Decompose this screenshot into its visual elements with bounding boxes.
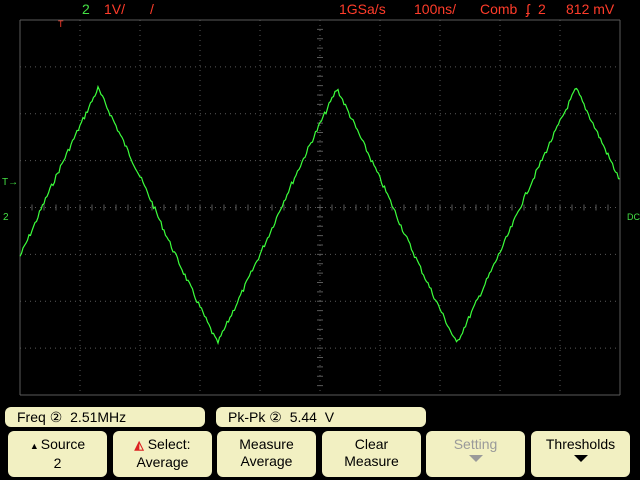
graticule-grid: [19, 19, 621, 396]
clear-measure-softkey[interactable]: Clear Measure: [322, 431, 421, 477]
thresholds-softkey[interactable]: Thresholds: [531, 431, 630, 477]
measure-average-softkey[interactable]: Measure Average: [217, 431, 316, 477]
freq-label: Freq: [17, 409, 46, 425]
dc-label: DC: [627, 212, 640, 222]
select-softkey[interactable]: ◭ Select: Average: [113, 431, 212, 477]
down-arrow-icon: [468, 455, 483, 462]
ground-marker: 2: [3, 212, 9, 223]
pkpk-label: Pk-Pk: [228, 409, 266, 425]
channel-symbol: ②: [49, 409, 63, 425]
up-arrow-icon: ▲: [29, 441, 39, 451]
trigger-level-marker: T→: [2, 177, 18, 188]
pkpk-measurement: Pk-Pk ② 5.44 V: [216, 407, 426, 427]
trigger-marker: T: [58, 19, 64, 29]
down-arrow-icon: [573, 455, 588, 462]
trigger-edge-icon: ʄ: [526, 1, 530, 17]
softkey-bar: ▲ Source 2 ◭ Select: Average Measure Avera…: [0, 431, 640, 480]
channel-extra: /: [150, 1, 154, 17]
status-bar: 2 1V/ / 1GSa/s 100ns/ Comb ʄ 2 812 mV: [0, 0, 640, 20]
select-knob-icon: ◭: [134, 438, 144, 452]
sample-rate: 1GSa/s: [339, 1, 386, 17]
source-softkey[interactable]: ▲ Source 2: [8, 431, 107, 477]
trigger-mode: Comb: [480, 1, 518, 17]
pkpk-value: 5.44 V: [289, 409, 335, 425]
scope-display: T T→ 2 DC: [2, 19, 640, 396]
channel-number: 2: [82, 1, 90, 17]
volts-per-div: 1V/: [104, 1, 126, 17]
channel-symbol: ②: [269, 409, 282, 425]
trigger-level: 812 mV: [566, 1, 615, 17]
freq-value: 2.51MHz: [70, 409, 127, 425]
freq-measurement: Freq ② 2.51MHz: [5, 407, 205, 427]
time-per-div: 100ns/: [414, 1, 457, 17]
trigger-source: 2: [538, 1, 546, 17]
setting-softkey: Setting: [426, 431, 525, 477]
